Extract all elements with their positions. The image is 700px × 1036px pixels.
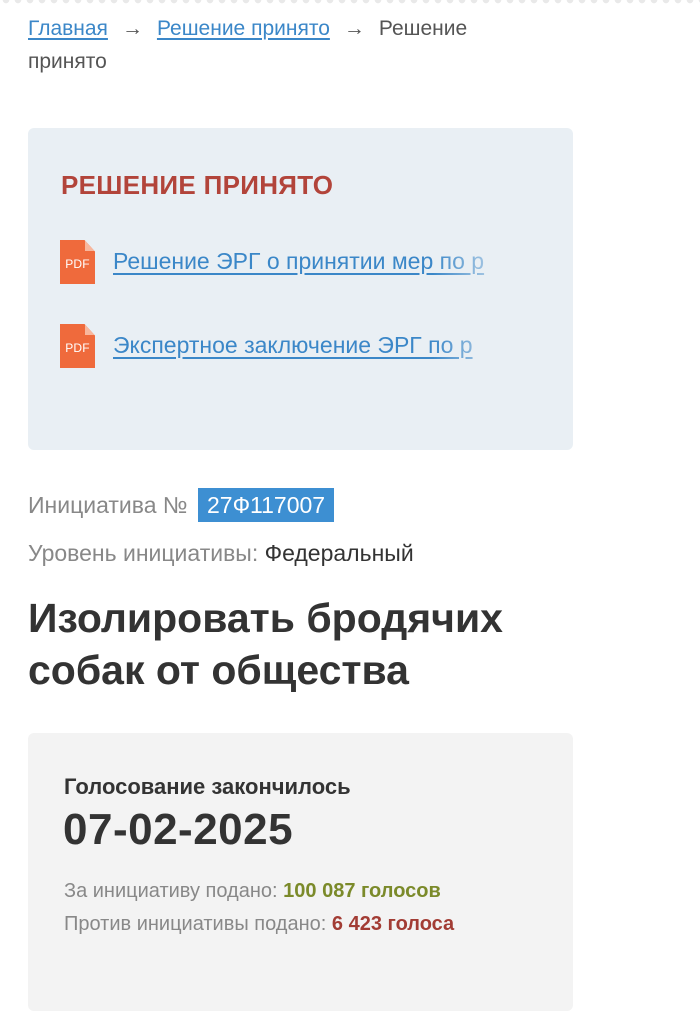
votes-for-label: За инициативу подано:: [64, 880, 278, 902]
initiative-number-line: Инициатива № 27Ф117007: [28, 488, 335, 522]
voting-end-date: 07-02-2025: [63, 805, 294, 854]
document-link-expert-conclusion[interactable]: Экспертное заключение ЭРГ по р: [113, 330, 523, 360]
breadcrumb-separator: →: [343, 17, 365, 40]
votes-against-line: Против инициативы подано: 6 423 голоса: [64, 911, 454, 937]
initiative-level-label: Уровень инициативы:: [28, 540, 259, 566]
pdf-icon: PDF: [60, 240, 95, 284]
initiative-number-badge: 27Ф117007: [197, 488, 335, 522]
decision-panel: РЕШЕНИЕ ПРИНЯТО PDF Решение ЭРГ о принят…: [28, 128, 573, 450]
initiative-title: Изолировать бродячих собак от общества: [28, 595, 503, 693]
breadcrumb: Главная → Решение принято → Решение принято: [28, 12, 548, 78]
votes-for-count: 100 087 голосов: [283, 880, 441, 902]
pdf-icon-label: PDF: [65, 341, 90, 355]
votes-for-line: За инициативу подано: 100 087 голосов: [64, 878, 441, 904]
breadcrumb-home-link[interactable]: Главная: [28, 17, 108, 40]
decision-title: РЕШЕНИЕ ПРИНЯТО: [61, 170, 334, 200]
initiative-level-value: Федеральный: [264, 540, 414, 566]
pdf-icon-label: PDF: [65, 257, 90, 271]
document-link-decision[interactable]: Решение ЭРГ о принятии мер по р: [113, 246, 523, 276]
votes-against-label: Против инициативы подано:: [64, 913, 327, 935]
voting-status: Голосование закончилось: [64, 774, 351, 799]
page-top-edge: [0, 0, 700, 6]
pdf-icon: PDF: [60, 324, 95, 368]
document-item: PDF Решение ЭРГ о принятии мер по р: [60, 240, 520, 286]
breadcrumb-section-link[interactable]: Решение принято: [157, 17, 330, 40]
votes-against-count: 6 423 голоса: [331, 913, 455, 935]
breadcrumb-separator: →: [121, 17, 143, 40]
initiative-number-label: Инициатива №: [28, 492, 188, 518]
voting-panel: Голосование закончилось 07-02-2025 За ин…: [28, 733, 573, 1011]
initiative-level-line: Уровень инициативы: Федеральный: [28, 537, 414, 569]
document-item: PDF Экспертное заключение ЭРГ по р: [60, 324, 520, 370]
